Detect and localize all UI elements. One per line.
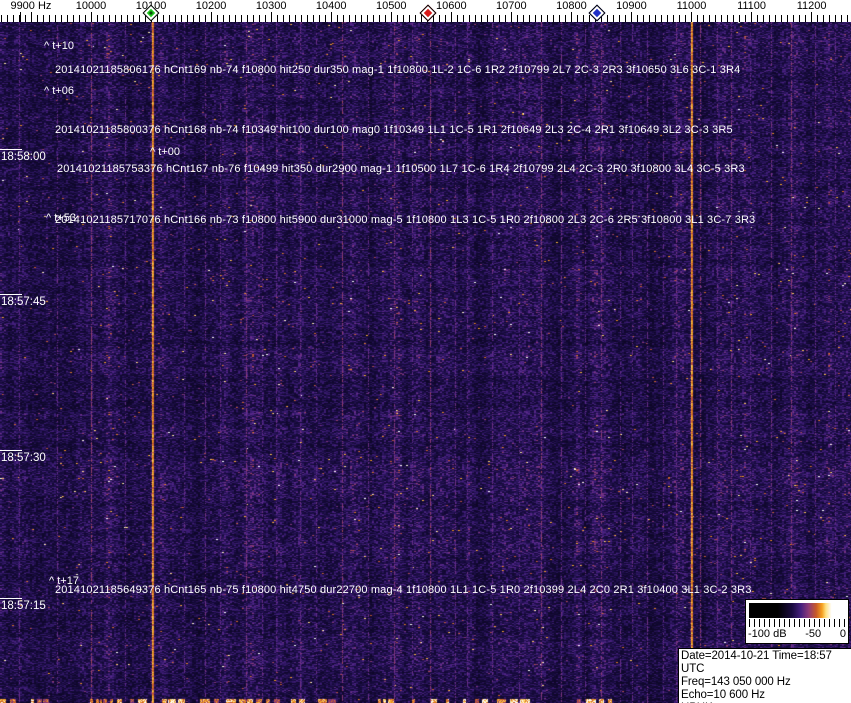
time-tick-line (0, 294, 22, 295)
detection-log-line: 20141021185800376 hCnt168 nb-74 f10349 h… (55, 124, 733, 136)
color-scale-ticks (749, 619, 845, 627)
freq-tick-label-10500: 10500 (375, 0, 407, 12)
time-axis-label: 18:57:30 (1, 452, 46, 464)
event-time-marker: ^ t+10 (44, 40, 74, 52)
freq-tick-label-10200: 10200 (195, 0, 227, 12)
info-echo: Echo=10 600 Hz (681, 689, 765, 701)
time-tick-line (0, 598, 22, 599)
freq-tick-label-10600: 10600 (436, 0, 467, 12)
detection-log-line: 20141021185649376 hCnt165 nb-75 f10800 h… (55, 584, 752, 596)
freq-tick-label-10900: 10900 (616, 0, 647, 12)
color-scale-min-label: -100 dB (748, 628, 787, 640)
freq-tick-label-10000: 10000 (75, 0, 107, 12)
info-frequency: Freq=143 050 000 Hz (681, 676, 791, 688)
time-axis-label: 18:57:45 (1, 296, 46, 308)
info-date-time: Date=2014-10-21 Time=18:57 UTC (681, 650, 832, 675)
status-info-box: Date=2014-10-21 Time=18:57 UTC Freq=143 … (678, 648, 851, 703)
time-tick-line (0, 450, 22, 451)
freq-tick-label-11100: 11100 (737, 0, 767, 12)
color-scale-max-label: 0 (839, 628, 846, 640)
color-scale-labels: -100 dB -50 0 (748, 628, 846, 640)
freq-tick-label-11000: 11000 (676, 0, 707, 12)
detection-log-line: 20141021185717076 hCnt166 nb-73 f10800 h… (55, 214, 756, 226)
time-tick-line (0, 149, 22, 150)
time-axis-label: 18:57:15 (1, 600, 46, 612)
spectrogram-canvas (0, 0, 851, 703)
meteor-spectrogram-display: 9900 Hz100001010010200103001040010500106… (0, 0, 851, 703)
freq-tick-label-10400: 10400 (315, 0, 347, 12)
freq-tick-label-10800: 10800 (556, 0, 587, 12)
event-time-marker: ^ t+00 (150, 146, 180, 158)
color-scale-gradient (749, 603, 845, 618)
detection-log-line: 20141021185806176 hCnt169 nb-74 f10800 h… (55, 64, 741, 76)
event-time-marker: ^ t+06 (44, 85, 74, 97)
freq-tick-label-9900: 9900 Hz (10, 0, 52, 12)
freq-tick-label-11200: 11200 (796, 0, 827, 12)
freq-tick-label-10700: 10700 (496, 0, 527, 12)
color-scale-mid-label: -50 (805, 628, 822, 640)
time-axis-label: 18:58:00 (1, 151, 46, 163)
detection-log-line: 20141021185753376 hCnt167 nb-76 f10499 h… (57, 163, 745, 175)
freq-tick-label-10300: 10300 (255, 0, 287, 12)
frequency-axis: 9900 Hz100001010010200103001040010500106… (0, 0, 851, 22)
color-scale-legend: -100 dB -50 0 (745, 599, 849, 644)
